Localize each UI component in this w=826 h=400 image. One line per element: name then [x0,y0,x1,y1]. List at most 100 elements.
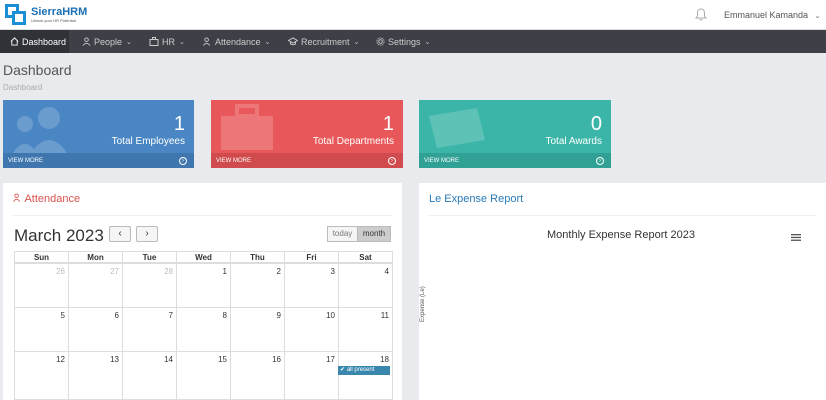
calendar-day-header: Sat [338,251,393,263]
briefcase-icon [221,104,273,150]
calendar-day-cell[interactable]: 26 [14,263,69,308]
calendar-day-header: Wed [176,251,231,263]
calendar-day-header: Tue [122,251,177,263]
calendar-day-cell[interactable]: 1 [176,263,231,308]
brand-logo[interactable]: SierraHRM Unlock your HR Potential [5,4,95,26]
stat-label: Total Departments [312,136,394,147]
stat-value: 0 [590,113,602,135]
nav-label: HR [162,36,175,47]
logo-icon [5,4,27,26]
panel-title-text: Attendance [24,193,81,205]
breadcrumb[interactable]: Dashboard [3,83,42,92]
chevron-down-icon: ⌄ [353,38,360,46]
calendar-day-cell[interactable]: 13 [68,351,123,400]
home-icon [10,37,19,46]
nav-label: Attendance [215,36,261,47]
menu-icon[interactable] [791,234,801,241]
chevron-down-icon: ⌄ [264,38,271,46]
chevron-down-icon: ⌄ [814,13,821,20]
card-footer[interactable]: VIEW MORE › [3,153,194,168]
bell-icon[interactable] [695,8,707,21]
nav-label: Recruitment [301,36,350,47]
calendar-day-cell[interactable]: 3 [284,263,339,308]
calendar-day-header: Fri [284,251,339,263]
stat-value: 1 [173,113,185,135]
prev-month-button[interactable]: ‹ [109,226,131,242]
calendar-day-cell[interactable]: 17 [284,351,339,400]
user-name: Emmanuel Kamanda [724,10,809,20]
calendar-day-cell[interactable]: 27 [68,263,123,308]
calendar-day-cell[interactable]: 11 [338,307,393,352]
total-awards-card[interactable]: 0 Total Awards VIEW MORE › [419,100,611,168]
calendar-day-cell[interactable]: 14 [122,351,177,400]
calendar-day-cell[interactable]: 28 [122,263,177,308]
nav-label: People [94,36,123,47]
calendar-day-cell[interactable]: 18 [338,351,393,400]
calendar-day-cell[interactable]: 10 [284,307,339,352]
users-icon [203,37,211,46]
nav-attendance[interactable]: Attendance ⌄ [203,30,270,53]
today-button[interactable]: today [327,226,358,242]
card-footer[interactable]: VIEW MORE › [419,153,611,168]
view-more-link[interactable]: VIEW MORE [8,158,43,164]
calendar-day-cell[interactable]: 8 [176,307,231,352]
stat-value: 1 [382,113,394,135]
award-icon [429,108,485,148]
calendar-day-header: Sun [14,251,69,263]
chevron-right-icon: › [145,228,149,239]
chevron-left-icon: ‹ [118,228,122,239]
card-footer[interactable]: VIEW MORE › [211,153,403,168]
view-more-link[interactable]: VIEW MORE [424,158,459,164]
y-axis-label: Expense (Le) [420,286,426,322]
stat-label: Total Employees [111,136,185,147]
expense-panel-title: Le Expense Report [429,193,524,205]
arrow-right-icon[interactable]: › [388,157,396,165]
divider [429,215,816,216]
calendar-day-cell[interactable]: 7 [122,307,177,352]
calendar-day-cell[interactable]: 15 [176,351,231,400]
briefcase-icon [149,37,159,46]
month-view-button[interactable]: month [357,226,391,242]
page-title: Dashboard [3,62,72,78]
nav-people[interactable]: People ⌄ [82,30,132,53]
users-icon [11,107,69,156]
user-icon [82,37,91,46]
stat-label: Total Awards [545,136,602,147]
calendar-month-title: March 2023 [14,226,104,245]
calendar-day-cell[interactable]: 6 [68,307,123,352]
chevron-down-icon: ⌄ [424,38,431,46]
chevron-down-icon: ⌄ [126,38,132,46]
nav-dashboard[interactable]: Dashboard [0,30,69,53]
user-menu[interactable]: Emmanuel Kamanda ⌄ [724,10,820,20]
gear-icon [376,37,385,46]
brand-tagline: Unlock your HR Potential [31,17,76,23]
event-all-present[interactable]: ✔ all present [338,366,390,375]
calendar-day-cell[interactable]: 4 [338,263,393,308]
calendar-day-cell[interactable]: 12 [14,351,69,400]
view-more-link[interactable]: VIEW MORE [216,158,251,164]
calendar-day-cell[interactable]: 9 [230,307,285,352]
arrow-right-icon[interactable]: › [179,157,187,165]
expense-panel: Le Expense Report [419,183,826,400]
nav-recruitment[interactable]: Recruitment ⌄ [288,30,359,53]
total-employees-card[interactable]: 1 Total Employees VIEW MORE › [3,100,194,168]
total-departments-card[interactable]: 1 Total Departments VIEW MORE › [211,100,403,168]
nav-label: Settings [388,36,421,47]
attendance-title: Attendance [13,193,80,205]
calendar-day-cell[interactable]: 5 [14,307,69,352]
main-navbar: Dashboard People ⌄ HR ⌄ Attendance ⌄ Rec… [0,30,826,53]
calendar-day-header: Mon [68,251,123,263]
calendar-day-cell[interactable]: 2 [230,263,285,308]
arrow-right-icon[interactable]: › [596,157,604,165]
brand-name: SierraHRM [31,5,88,18]
divider [13,215,392,216]
next-month-button[interactable]: › [136,226,158,242]
top-bar: SierraHRM Unlock your HR Potential Emman… [0,0,826,30]
calendar-day-header: Thu [230,251,285,263]
calendar-day-cell[interactable]: 16 [230,351,285,400]
nav-settings[interactable]: Settings ⌄ [376,30,430,53]
nav-label: Dashboard [22,36,67,47]
nav-hr[interactable]: HR ⌄ [149,30,185,53]
chevron-down-icon: ⌄ [179,38,185,46]
chart-title: Monthly Expense Report 2023 [547,229,695,241]
